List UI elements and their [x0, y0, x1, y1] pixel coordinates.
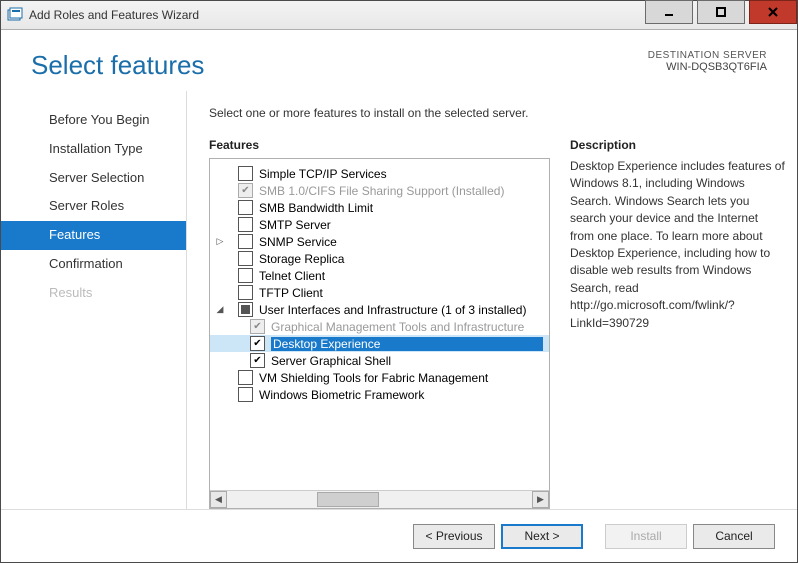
- feature-label: Desktop Experience: [271, 337, 543, 351]
- wizard-footer: < Previous Next > Install Cancel: [1, 509, 797, 562]
- checkbox[interactable]: [238, 200, 253, 215]
- feature-label: Simple TCP/IP Services: [259, 167, 543, 181]
- feature-label: VM Shielding Tools for Fabric Management: [259, 371, 543, 385]
- title-bar: Add Roles and Features Wizard: [1, 1, 797, 30]
- expand-icon[interactable]: ▷: [214, 236, 226, 247]
- feature-label: Storage Replica: [259, 252, 543, 266]
- wizard-steps-nav: Before You Begin Installation Type Serve…: [1, 91, 186, 509]
- feature-desktop-experience[interactable]: Desktop Experience: [210, 335, 549, 352]
- nav-installation-type[interactable]: Installation Type: [1, 135, 186, 164]
- destination-server: WIN-DQSB3QT6FIA: [648, 61, 767, 73]
- nav-confirmation[interactable]: Confirmation: [1, 250, 186, 279]
- nav-server-roles[interactable]: Server Roles: [1, 192, 186, 221]
- checkbox[interactable]: [250, 336, 265, 351]
- checkbox[interactable]: [238, 285, 253, 300]
- checkbox[interactable]: [238, 234, 253, 249]
- app-icon: [7, 7, 23, 23]
- feature-label: User Interfaces and Infrastructure (1 of…: [259, 303, 543, 317]
- feature-label: SMB Bandwidth Limit: [259, 201, 543, 215]
- feature-tftp-client[interactable]: TFTP Client: [210, 284, 549, 301]
- checkbox: [238, 183, 253, 198]
- feature-storage-replica[interactable]: Storage Replica: [210, 250, 549, 267]
- previous-button[interactable]: < Previous: [413, 524, 495, 549]
- scroll-right-icon[interactable]: ▶: [532, 491, 549, 508]
- features-scroll[interactable]: Simple TCP/IP Services SMB 1.0/CIFS File…: [210, 159, 549, 490]
- feature-label: SMTP Server: [259, 218, 543, 232]
- checkbox[interactable]: [238, 268, 253, 283]
- wizard-body: Before You Begin Installation Type Serve…: [1, 91, 797, 509]
- nav-before-you-begin[interactable]: Before You Begin: [1, 106, 186, 135]
- maximize-button[interactable]: [697, 0, 745, 24]
- page-title: Select features: [31, 50, 204, 81]
- scroll-left-icon[interactable]: ◀: [210, 491, 227, 508]
- feature-simple-tcpip[interactable]: Simple TCP/IP Services: [210, 165, 549, 182]
- wizard-header: Select features DESTINATION SERVER WIN-D…: [1, 30, 797, 91]
- feature-label: SNMP Service: [259, 235, 543, 249]
- feature-vm-shielding[interactable]: VM Shielding Tools for Fabric Management: [210, 369, 549, 386]
- collapse-icon[interactable]: ◢: [214, 304, 226, 315]
- description-heading: Description: [570, 138, 785, 152]
- checkbox[interactable]: [238, 251, 253, 266]
- feature-label: Telnet Client: [259, 269, 543, 283]
- features-column: Features Simple TCP/IP Services: [209, 138, 550, 509]
- feature-snmp-service[interactable]: ▷ SNMP Service: [210, 233, 549, 250]
- feature-smb1-cifs: SMB 1.0/CIFS File Sharing Support (Insta…: [210, 182, 549, 199]
- cancel-button[interactable]: Cancel: [693, 524, 775, 549]
- feature-graphical-mgmt: Graphical Management Tools and Infrastru…: [210, 318, 549, 335]
- feature-label: Server Graphical Shell: [271, 354, 543, 368]
- destination-info: DESTINATION SERVER WIN-DQSB3QT6FIA: [648, 50, 767, 81]
- next-button[interactable]: Next >: [501, 524, 583, 549]
- horizontal-scrollbar[interactable]: ◀ ▶: [210, 490, 549, 508]
- nav-features[interactable]: Features: [1, 221, 186, 250]
- feature-label: TFTP Client: [259, 286, 543, 300]
- features-heading: Features: [209, 138, 550, 152]
- feature-user-interfaces[interactable]: ◢ User Interfaces and Infrastructure (1 …: [210, 301, 549, 318]
- checkbox[interactable]: [250, 353, 265, 368]
- feature-smb-bandwidth[interactable]: SMB Bandwidth Limit: [210, 199, 549, 216]
- minimize-button[interactable]: [645, 0, 693, 24]
- wizard-window: Add Roles and Features Wizard Select fea…: [0, 0, 798, 563]
- scroll-track[interactable]: [227, 491, 532, 508]
- window-buttons: [645, 1, 797, 29]
- destination-label: DESTINATION SERVER: [648, 50, 767, 61]
- features-listbox: Simple TCP/IP Services SMB 1.0/CIFS File…: [209, 158, 550, 509]
- feature-smtp-server[interactable]: SMTP Server: [210, 216, 549, 233]
- content-columns: Features Simple TCP/IP Services: [209, 138, 785, 509]
- scroll-thumb[interactable]: [317, 492, 379, 507]
- close-button[interactable]: [749, 0, 797, 24]
- feature-label: SMB 1.0/CIFS File Sharing Support (Insta…: [259, 184, 543, 198]
- description-column: Description Desktop Experience includes …: [570, 138, 785, 509]
- instruction-text: Select one or more features to install o…: [209, 106, 785, 120]
- wizard-content: Select one or more features to install o…: [186, 91, 797, 509]
- feature-telnet-client[interactable]: Telnet Client: [210, 267, 549, 284]
- feature-server-graphical-shell[interactable]: Server Graphical Shell: [210, 352, 549, 369]
- feature-label: Graphical Management Tools and Infrastru…: [271, 320, 543, 334]
- description-text: Desktop Experience includes features of …: [570, 158, 785, 332]
- checkbox[interactable]: [238, 217, 253, 232]
- checkbox[interactable]: [238, 387, 253, 402]
- install-button: Install: [605, 524, 687, 549]
- checkbox[interactable]: [238, 302, 253, 317]
- feature-label: Windows Biometric Framework: [259, 388, 543, 402]
- checkbox: [250, 319, 265, 334]
- checkbox[interactable]: [238, 166, 253, 181]
- checkbox[interactable]: [238, 370, 253, 385]
- feature-windows-biometric[interactable]: Windows Biometric Framework: [210, 386, 549, 403]
- window-title: Add Roles and Features Wizard: [29, 8, 645, 22]
- nav-server-selection[interactable]: Server Selection: [1, 164, 186, 193]
- nav-results: Results: [1, 279, 186, 308]
